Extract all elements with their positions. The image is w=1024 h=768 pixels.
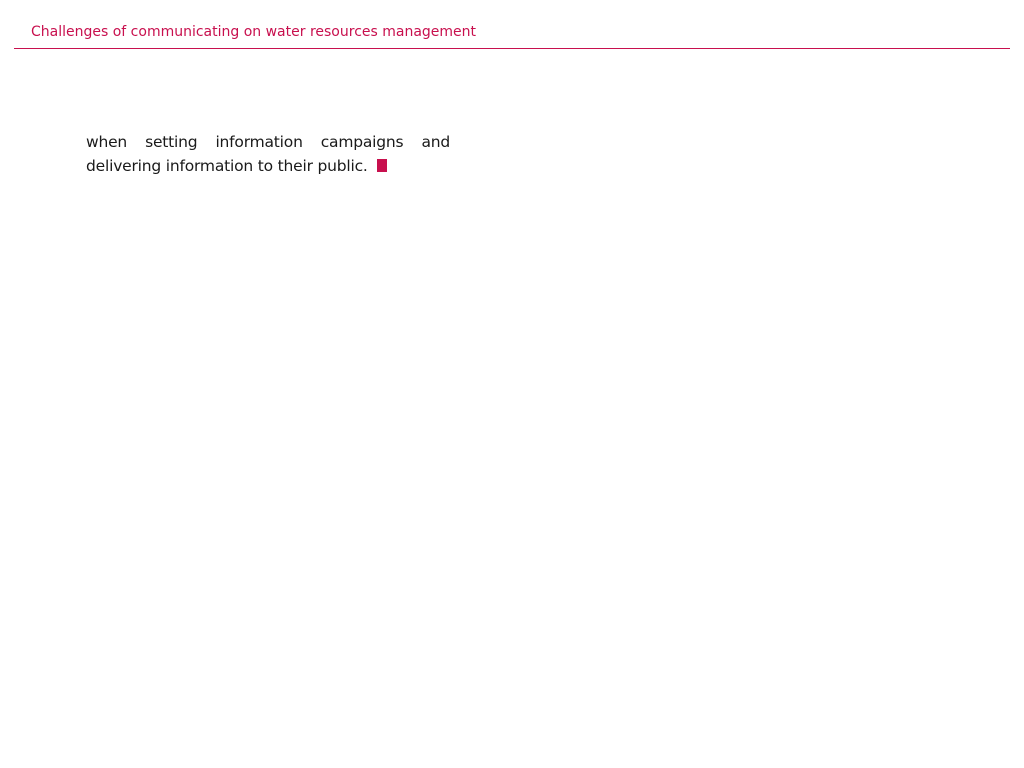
- running-header-title: Challenges of communicating on water res…: [31, 24, 477, 40]
- paragraph-line-2: delivering information to their public.: [86, 154, 450, 178]
- body-paragraph: when setting information campaigns and d…: [86, 130, 450, 178]
- word: setting: [145, 133, 198, 151]
- word: and: [421, 133, 450, 151]
- paragraph-line-2-text: delivering information to their public.: [86, 157, 368, 175]
- end-mark-icon: [376, 159, 387, 172]
- paragraph-line-1: when setting information campaigns and: [86, 130, 450, 154]
- word: campaigns: [320, 133, 404, 151]
- word: when: [86, 133, 128, 151]
- word: information: [215, 133, 303, 151]
- header-divider: [14, 48, 1010, 49]
